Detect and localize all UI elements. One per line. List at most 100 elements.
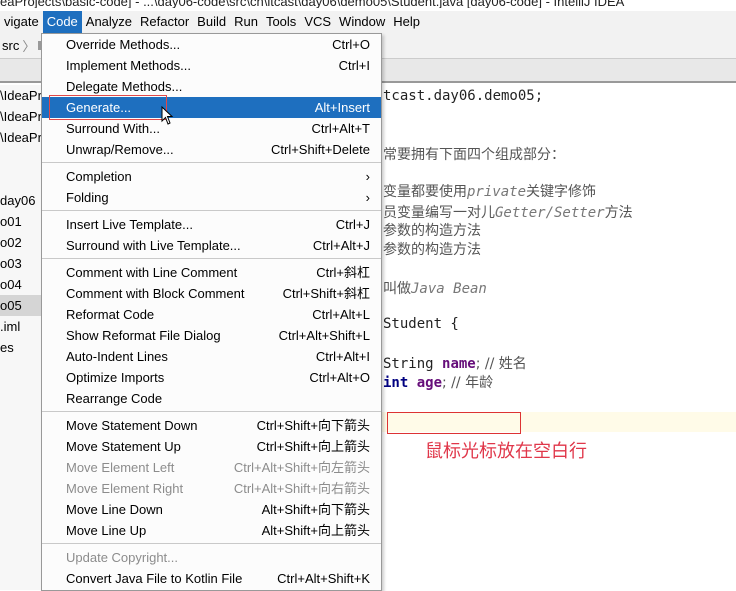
menu-item-shortcut: Alt+Insert <box>314 100 370 115</box>
menu-item-move-statement-up[interactable]: Move Statement Up Ctrl+Shift+向上箭头 <box>42 436 381 457</box>
menu-item-move-statement-down[interactable]: Move Statement Down Ctrl+Shift+向下箭头 <box>42 415 381 436</box>
menu-item-completion[interactable]: Completion › <box>42 166 381 187</box>
tree-item[interactable]: \IdeaPr <box>0 85 41 106</box>
menu-item-label: Comment with Block Comment <box>66 286 245 301</box>
menu-tools[interactable]: Tools <box>262 11 300 33</box>
menu-item-shortcut: Ctrl+Shift+向下箭头 <box>256 418 370 433</box>
menu-item-move-element-left: Move Element Left Ctrl+Alt+Shift+向左箭头 <box>42 457 381 478</box>
submenu-arrow-icon: › <box>365 169 370 184</box>
menu-item-shortcut: Ctrl+I <box>338 58 370 73</box>
menu-item-shortcut: Ctrl+Alt+Shift+向左箭头 <box>233 460 370 475</box>
menu-item-move-line-down[interactable]: Move Line Down Alt+Shift+向下箭头 <box>42 499 381 520</box>
tree-item[interactable]: \IdeaPr <box>0 127 41 148</box>
menu-item-shortcut: Alt+Shift+向上箭头 <box>261 523 370 538</box>
tree-item[interactable] <box>0 169 41 190</box>
menu-item-label: Implement Methods... <box>66 58 191 73</box>
menu-item-label: Move Statement Up <box>66 439 181 454</box>
tree-item[interactable]: day06 <box>0 190 41 211</box>
menu-item-shortcut: Ctrl+Alt+Shift+K <box>277 571 370 586</box>
menu-vcs[interactable]: VCS <box>300 11 335 33</box>
code-line: tcast.day06.demo05; <box>383 88 544 104</box>
breadcrumb-src[interactable]: src <box>2 38 19 53</box>
menu-item-move-element-right: Move Element Right Ctrl+Alt+Shift+向右箭头 <box>42 478 381 499</box>
generate-highlight-box <box>49 95 167 120</box>
menu-item-convert-java-file-to-kotlin-file[interactable]: Convert Java File to Kotlin File Ctrl+Alt… <box>42 568 381 589</box>
menu-item-label: Convert Java File to Kotlin File <box>66 571 243 586</box>
menu-item-auto-indent-lines[interactable]: Auto-Indent Lines Ctrl+Alt+I <box>42 346 381 367</box>
menu-item-surround-with-live-template[interactable]: Surround with Live Template... Ctrl+Alt+J <box>42 235 381 256</box>
menu-item-rearrange-code[interactable]: Rearrange Code <box>42 388 381 409</box>
menu-item-label: Move Line Up <box>66 523 147 538</box>
menu-item-reformat-code[interactable]: Reformat Code Ctrl+Alt+L <box>42 304 381 325</box>
menu-item-label: Optimize Imports <box>66 370 165 385</box>
menu-item-label: Surround With... <box>66 121 160 136</box>
menu-item-shortcut: Ctrl+Alt+I <box>315 349 370 364</box>
tree-item[interactable]: o03 <box>0 253 41 274</box>
menu-help[interactable]: Help <box>389 11 424 33</box>
menu-item-shortcut: Ctrl+Alt+T <box>311 121 370 136</box>
menu-item-implement-methods[interactable]: Implement Methods... Ctrl+I <box>42 55 381 76</box>
submenu-arrow-icon: › <box>365 190 370 205</box>
menu-item-shortcut: Ctrl+Alt+J <box>312 238 370 253</box>
menu-item-shortcut: Ctrl+Alt+L <box>312 307 370 322</box>
menu-item-label: Comment with Line Comment <box>66 265 238 280</box>
menu-build[interactable]: Build <box>193 11 230 33</box>
menu-item-label: Update Copyright... <box>66 550 179 565</box>
menu-item-move-line-up[interactable]: Move Line Up Alt+Shift+向上箭头 <box>42 520 381 541</box>
menu-item-label: Unwrap/Remove... <box>66 142 174 157</box>
menu-item-shortcut: Ctrl+O <box>332 37 370 52</box>
menu-item-label: Move Element Left <box>66 460 175 475</box>
menu-run[interactable]: Run <box>230 11 262 33</box>
code-line: Student { <box>383 316 459 332</box>
menu-item-label: Override Methods... <box>66 37 181 52</box>
tree-item[interactable]: o01 <box>0 211 41 232</box>
tree-item[interactable]: es <box>0 337 41 358</box>
menu-item-shortcut: Ctrl+J <box>335 217 370 232</box>
tree-item[interactable]: \IdeaPr <box>0 106 41 127</box>
menu-item-shortcut: Alt+Shift+向下箭头 <box>261 502 370 517</box>
menu-item-label: Surround with Live Template... <box>66 238 241 253</box>
menu-item-label: Show Reformat File Dialog <box>66 328 221 343</box>
menu-item-override-methods[interactable]: Override Methods... Ctrl+O <box>42 34 381 55</box>
menu-item-comment-with-line-comment[interactable]: Comment with Line Comment Ctrl+斜杠 <box>42 262 381 283</box>
annotation-box <box>387 412 521 434</box>
menu-refactor[interactable]: Refactor <box>136 11 193 33</box>
menu-item-shortcut: Ctrl+斜杠 <box>316 265 370 280</box>
menu-code[interactable]: Code <box>42 11 82 33</box>
menu-item-folding[interactable]: Folding › <box>42 187 381 208</box>
annotation-text: 鼠标光标放在空白行 <box>425 441 587 462</box>
tree-item[interactable]: o05 <box>0 295 41 316</box>
menu-item-unwrap-remove[interactable]: Unwrap/Remove... Ctrl+Shift+Delete <box>42 139 381 160</box>
menu-item-insert-live-template[interactable]: Insert Live Template... Ctrl+J <box>42 214 381 235</box>
menu-item-label: Auto-Indent Lines <box>66 349 168 364</box>
menu-item-label: Move Line Down <box>66 502 163 517</box>
chevron-right-icon: 〉 <box>22 39 36 54</box>
menu-item-show-reformat-file-dialog[interactable]: Show Reformat File Dialog Ctrl+Alt+Shift+… <box>42 325 381 346</box>
tree-item[interactable]: o04 <box>0 274 41 295</box>
menu-item-optimize-imports[interactable]: Optimize Imports Ctrl+Alt+O <box>42 367 381 388</box>
tree-item[interactable]: o02 <box>0 232 41 253</box>
menu-analyze[interactable]: Analyze <box>82 11 136 33</box>
menu-item-update-copyright: Update Copyright... <box>42 547 381 568</box>
menu-vigate[interactable]: vigate <box>0 11 43 33</box>
tree-item[interactable] <box>0 148 41 169</box>
menubar: vigate Code Analyze Refactor Build Run Tools VC… <box>0 11 736 33</box>
menu-item-shortcut: Ctrl+Alt+Shift+向右箭头 <box>233 481 370 496</box>
menu-item-delegate-methods[interactable]: Delegate Methods... <box>42 76 381 97</box>
menu-item-shortcut: Ctrl+Alt+O <box>309 370 370 385</box>
code-line: 参数的构造方法 <box>383 223 481 239</box>
code-line: 叫做Java Bean <box>383 281 487 297</box>
menu-item-label: Rearrange Code <box>66 391 163 406</box>
menu-item-label: Move Statement Down <box>66 418 198 433</box>
mouse-cursor-icon <box>161 106 174 125</box>
tree-item[interactable]: .iml <box>0 316 41 337</box>
menu-item-label: Delegate Methods... <box>66 79 183 94</box>
window-title: eaProjects\basic-code] - ...\day06-code\… <box>0 0 625 8</box>
menu-window[interactable]: Window <box>335 11 389 33</box>
menu-item-comment-with-block-comment[interactable]: Comment with Block Comment Ctrl+Shift+斜杠 <box>42 283 381 304</box>
menu-item-surround-with[interactable]: Surround With... Ctrl+Alt+T <box>42 118 381 139</box>
menu-item-shortcut: Ctrl+Shift+Delete <box>271 142 370 157</box>
menu-item-shortcut: Ctrl+Shift+向上箭头 <box>256 439 370 454</box>
menu-item-shortcut: Ctrl+Shift+斜杠 <box>282 286 370 301</box>
menu-item-label: Move Element Right <box>66 481 184 496</box>
